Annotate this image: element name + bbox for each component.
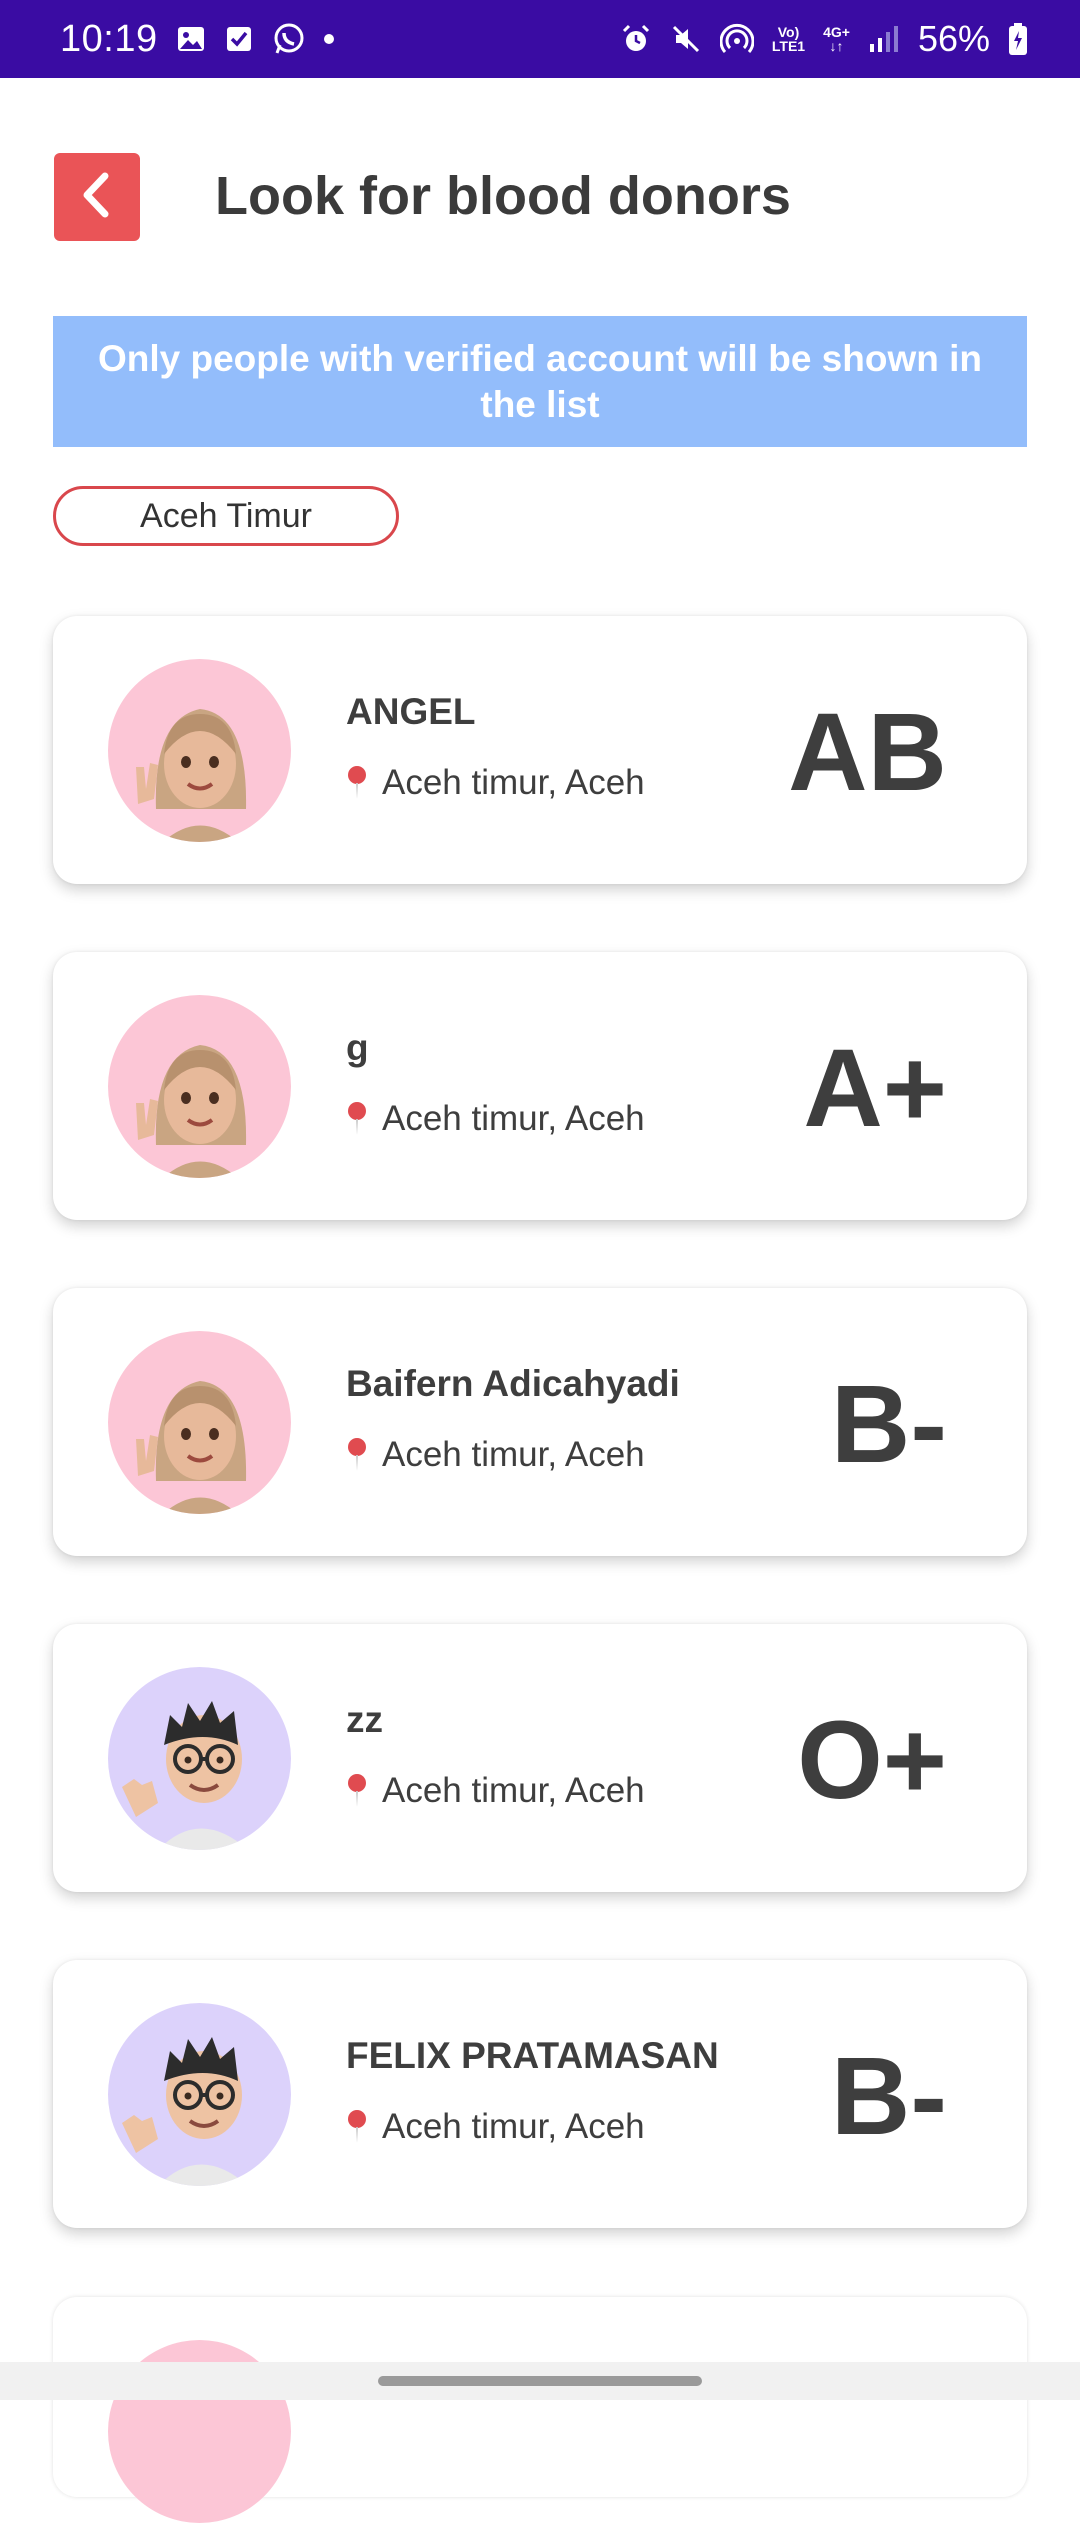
donor-location: Aceh timur, Aceh (346, 1099, 645, 1139)
back-button[interactable] (54, 153, 140, 241)
blood-type: AB (788, 691, 947, 814)
donor-location-text: Aceh timur, Aceh (382, 763, 645, 802)
female-memoji-avatar (108, 995, 291, 1178)
female-memoji-avatar (108, 1331, 291, 1514)
volte-bottom: LTE1 (771, 38, 806, 54)
battery-percent: 56% (917, 18, 990, 59)
data-bottom: ↓↑ (829, 38, 844, 54)
donor-name: FELIX PRATAMASAN (346, 2035, 719, 2076)
donor-card[interactable]: zz Aceh timur, Aceh O+ (53, 1624, 1027, 1892)
donor-location-text: Aceh timur, Aceh (382, 2107, 645, 2146)
blood-type: A+ (803, 1027, 947, 1150)
donor-location: Aceh timur, Aceh (346, 2107, 645, 2147)
donor-card[interactable]: FELIX PRATAMASAN Aceh timur, Aceh B- (53, 1960, 1027, 2228)
checkbox-icon (224, 24, 254, 54)
male-memoji-avatar (108, 1667, 291, 1850)
male-memoji-avatar (108, 2003, 291, 2186)
status-bar-right: Vo) LTE1 4G+ ↓↑ 56% (620, 18, 1028, 60)
donor-location-text: Aceh timur, Aceh (382, 1099, 645, 1138)
mobile-data-icon: 4G+ ↓↑ (823, 25, 850, 53)
page-title: Look for blood donors (215, 166, 791, 226)
location-filter-chip[interactable]: Aceh Timur (53, 486, 399, 546)
donor-name: g (346, 1027, 369, 1068)
whatsapp-icon (272, 22, 306, 56)
donor-card[interactable]: ANGEL Aceh timur, Aceh AB (53, 616, 1027, 884)
donor-location-text: Aceh timur, Aceh (382, 1435, 645, 1474)
status-bar: 10:19 Vo) LTE1 4G+ ↓↑ 56% (0, 0, 1080, 78)
gallery-icon (176, 24, 206, 54)
blood-type: B- (830, 1363, 947, 1486)
blood-type: B- (830, 2035, 947, 2158)
alarm-icon (620, 23, 652, 55)
location-pin-icon (346, 1773, 368, 1809)
location-pin-icon (346, 1101, 368, 1137)
chevron-left-icon (77, 170, 117, 225)
blood-type: O+ (797, 1699, 947, 1822)
donor-name: Baifern Adicahyadi (346, 1363, 680, 1404)
battery-charging-icon (1008, 22, 1028, 56)
female-memoji-avatar (108, 659, 291, 842)
donor-location: Aceh timur, Aceh (346, 1771, 645, 1811)
home-gesture-handle[interactable] (378, 2376, 702, 2386)
donor-location: Aceh timur, Aceh (346, 1435, 645, 1475)
donor-location: Aceh timur, Aceh (346, 763, 645, 803)
donor-card[interactable]: g Aceh timur, Aceh A+ (53, 952, 1027, 1220)
donor-name: ANGEL (346, 691, 476, 732)
mute-icon (670, 23, 702, 55)
location-pin-icon (346, 765, 368, 801)
verified-info-banner: Only people with verified account will b… (53, 316, 1027, 447)
donor-card[interactable]: Baifern Adicahyadi Aceh timur, Aceh B- (53, 1288, 1027, 1556)
notification-dot-icon (323, 34, 334, 44)
signal-icon (868, 24, 900, 54)
location-pin-icon (346, 1437, 368, 1473)
donor-location-text: Aceh timur, Aceh (382, 1771, 645, 1810)
location-pin-icon (346, 2109, 368, 2145)
donor-name: zz (346, 1699, 383, 1740)
status-time: 10:19 (60, 17, 158, 60)
hotspot-icon (719, 22, 754, 56)
navigation-bar (0, 2362, 1080, 2400)
status-bar-left: 10:19 (60, 18, 334, 61)
volte-icon: Vo) LTE1 (772, 25, 805, 53)
